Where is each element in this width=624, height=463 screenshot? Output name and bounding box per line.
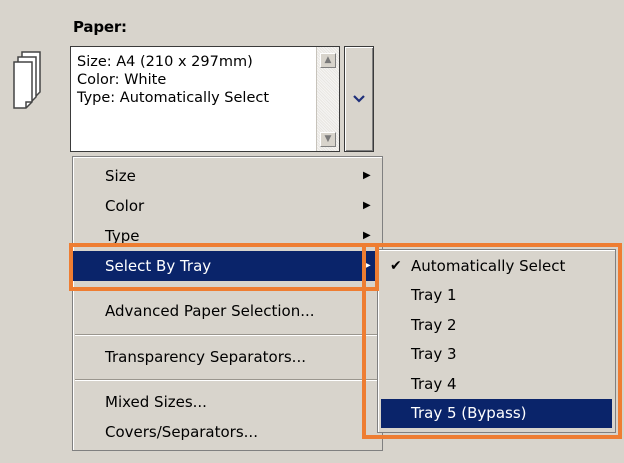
select-by-tray-submenu: ✔ Automatically Select Tray 1 Tray 2 Tra… — [377, 249, 616, 433]
paper-summary-box[interactable]: Size: A4 (210 x 297mm) Color: White Type… — [70, 46, 340, 152]
submenu-arrow-icon: ▶ — [363, 230, 371, 241]
menu-item-mixed-sizes[interactable]: Mixed Sizes... — [73, 387, 382, 417]
menu-item-label: Covers/Separators... — [105, 423, 258, 441]
menu-item-advanced-paper-selection[interactable]: Advanced Paper Selection... — [73, 296, 382, 326]
menu-item-label: Type — [105, 227, 140, 245]
scroll-down-icon[interactable]: ▼ — [320, 132, 336, 147]
submenu-item-tray-3[interactable]: Tray 3 — [381, 340, 612, 369]
menu-item-type[interactable]: Type ▶ — [73, 221, 382, 245]
checkmark-icon: ✔ — [390, 258, 402, 274]
summary-scrollbar[interactable]: ▲ ▼ — [316, 47, 339, 151]
menu-item-label: Select By Tray — [105, 257, 212, 275]
submenu-item-tray-2[interactable]: Tray 2 — [381, 311, 612, 340]
submenu-item-label: Tray 2 — [411, 316, 457, 334]
summary-type: Type: Automatically Select — [77, 90, 270, 106]
summary-color: Color: White — [77, 72, 167, 88]
menu-item-covers-separators[interactable]: Covers/Separators... — [73, 417, 382, 447]
menu-separator — [75, 288, 380, 290]
paper-stack-icon — [13, 51, 41, 109]
menu-item-label: Advanced Paper Selection... — [105, 302, 315, 320]
submenu-item-tray-1[interactable]: Tray 1 — [381, 281, 612, 310]
submenu-item-label: Tray 5 (Bypass) — [411, 404, 527, 422]
menu-item-color[interactable]: Color ▶ — [73, 191, 382, 221]
submenu-item-label: Tray 4 — [411, 375, 457, 393]
menu-separator — [75, 379, 380, 381]
submenu-item-label: Tray 1 — [411, 286, 457, 304]
submenu-arrow-icon: ▶ — [363, 200, 371, 211]
submenu-arrow-icon: ▶ — [363, 260, 371, 271]
submenu-item-label: Automatically Select — [411, 257, 566, 275]
chevron-down-icon — [353, 95, 365, 103]
paper-context-menu: Size ▶ Color ▶ Type ▶ Select By Tray ▶ A… — [72, 156, 383, 451]
menu-item-label: Size — [105, 167, 136, 185]
menu-item-transparency-separators[interactable]: Transparency Separators... — [73, 342, 382, 372]
menu-item-label: Color — [105, 197, 145, 215]
paper-dropdown-button[interactable] — [344, 46, 374, 152]
scroll-up-icon[interactable]: ▲ — [320, 53, 336, 68]
menu-item-label: Mixed Sizes... — [105, 393, 207, 411]
paper-title: Paper: — [73, 18, 127, 36]
menu-item-label: Transparency Separators... — [105, 348, 306, 366]
submenu-item-tray-4[interactable]: Tray 4 — [381, 370, 612, 399]
submenu-item-tray-5-bypass[interactable]: Tray 5 (Bypass) — [381, 399, 612, 428]
menu-separator — [75, 334, 380, 336]
menu-item-size[interactable]: Size ▶ — [73, 161, 382, 191]
summary-size: Size: A4 (210 x 297mm) — [77, 54, 253, 70]
submenu-item-label: Tray 3 — [411, 345, 457, 363]
submenu-arrow-icon: ▶ — [363, 170, 371, 181]
menu-item-select-by-tray[interactable]: Select By Tray ▶ — [73, 251, 382, 281]
submenu-item-automatically-select[interactable]: ✔ Automatically Select — [381, 252, 612, 281]
